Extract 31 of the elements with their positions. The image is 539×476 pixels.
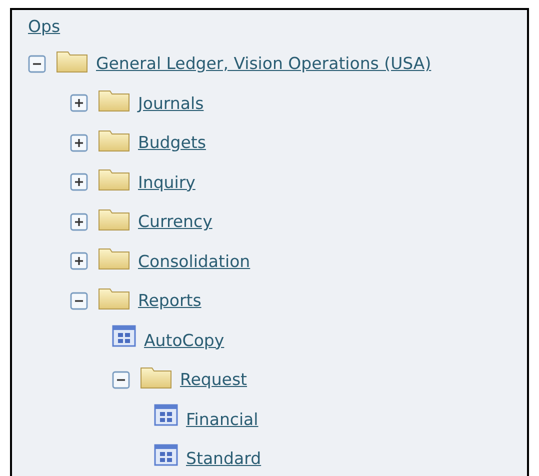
tree-link[interactable]: Reports bbox=[138, 291, 202, 310]
collapse-icon[interactable] bbox=[112, 370, 130, 389]
folder-icon bbox=[98, 128, 130, 152]
tree-link[interactable]: Standard bbox=[186, 449, 262, 468]
collapse-icon[interactable] bbox=[70, 292, 88, 310]
tree-link[interactable]: Budgets bbox=[138, 133, 206, 152]
root-link[interactable]: Ops bbox=[28, 14, 60, 44]
form-icon bbox=[112, 325, 136, 348]
tree-link[interactable]: Currency bbox=[138, 212, 212, 232]
collapse-icon[interactable] bbox=[28, 54, 46, 73]
tree-link[interactable]: Consolidation bbox=[138, 252, 250, 271]
expand-icon[interactable] bbox=[70, 94, 88, 112]
folder-icon bbox=[140, 364, 172, 389]
tree-link[interactable]: Journals bbox=[138, 94, 204, 113]
tree-link[interactable]: Request bbox=[180, 370, 248, 390]
folder-icon bbox=[98, 206, 130, 231]
folder-icon bbox=[98, 88, 130, 112]
expand-icon[interactable] bbox=[70, 252, 88, 270]
tree-link[interactable]: General Ledger, Vision Operations (USA) bbox=[96, 54, 432, 74]
tree-link[interactable]: Financial bbox=[186, 410, 258, 429]
form-icon bbox=[154, 404, 178, 426]
folder-icon bbox=[98, 246, 130, 270]
folder-icon bbox=[98, 167, 130, 192]
folder-icon bbox=[98, 286, 130, 310]
expand-icon[interactable] bbox=[70, 134, 88, 152]
tree-link[interactable]: AutoCopy bbox=[144, 330, 224, 350]
form-icon bbox=[154, 444, 178, 466]
folder-icon bbox=[56, 48, 88, 73]
expand-icon[interactable] bbox=[70, 173, 88, 192]
tree-link[interactable]: Inquiry bbox=[138, 172, 196, 192]
expand-icon[interactable] bbox=[70, 212, 88, 231]
